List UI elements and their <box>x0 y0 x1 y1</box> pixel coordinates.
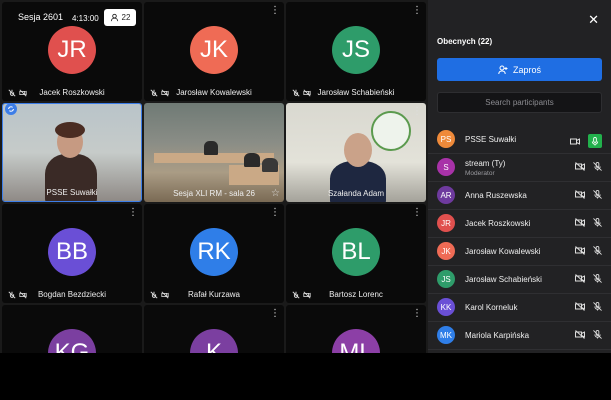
camera-off-icon[interactable] <box>575 246 585 255</box>
camera-off-icon[interactable] <box>575 162 585 171</box>
tile-name: Jacek Roszkowski <box>39 88 105 97</box>
avatar: K <box>190 329 238 353</box>
participant-name: Jarosław Kowalewski <box>465 247 541 256</box>
more-options-icon[interactable]: ⋮ <box>412 107 422 117</box>
tile-name: Sesja XLI RM - sala 26 <box>173 189 255 198</box>
tile-name: Bartosz Lorenc <box>329 290 383 299</box>
video-grid: JR Jacek Roszkowski JK Jarosław Kowalews… <box>0 0 428 353</box>
participant-video <box>286 103 426 202</box>
tile-name: Jarosław Kowalewski <box>176 88 252 97</box>
mic-off-icon[interactable] <box>593 302 602 311</box>
logo <box>371 111 411 151</box>
camera-off-icon[interactable] <box>575 218 585 227</box>
avatar: JS <box>437 270 455 288</box>
pin-icon[interactable]: ☆ <box>271 189 280 199</box>
avatar: BL <box>332 228 380 276</box>
participant-tile[interactable]: ML ⋮ <box>286 305 426 353</box>
list-item[interactable]: JS Jarosław Schabieński <box>428 266 611 294</box>
mic-off-icon[interactable] <box>593 218 602 227</box>
participant-count: 22 <box>121 13 131 22</box>
avatar: RK <box>190 228 238 276</box>
camera-off-icon[interactable] <box>575 302 585 311</box>
participant-name: stream (Ty) <box>465 159 506 168</box>
participant-name: PSSE Suwałki <box>465 135 517 144</box>
avatar: JR <box>437 214 455 232</box>
participant-tile[interactable]: KG <box>2 305 142 353</box>
participant-name: Jarosław Schabieński <box>465 275 542 284</box>
list-item[interactable]: S stream (Ty) Moderator <box>428 154 611 182</box>
video-tile[interactable]: PSSE Suwałki <box>2 103 142 202</box>
more-options-icon[interactable]: ⋮ <box>412 6 422 16</box>
more-options-icon[interactable]: ⋮ <box>128 208 138 218</box>
more-options-icon[interactable]: ⋮ <box>412 208 422 218</box>
camera-off-icon[interactable] <box>575 274 585 283</box>
camera-icon[interactable] <box>570 137 580 146</box>
mic-off-icon[interactable] <box>593 162 602 171</box>
participant-tile[interactable]: JK Jarosław Kowalewski ⋮ <box>144 2 284 101</box>
sync-icon[interactable] <box>5 103 17 115</box>
participant-tile[interactable]: BB Bogdan Bezdziecki ⋮ <box>2 204 142 303</box>
participant-name: Mariola Karpińska <box>465 331 530 340</box>
avatar: JK <box>190 26 238 74</box>
list-item[interactable]: AR Anna Ruszewska <box>428 182 611 210</box>
participant-name: Anna Ruszewska <box>465 191 527 200</box>
tile-name: Szałanda Adam <box>327 189 385 198</box>
participant-video <box>3 104 141 201</box>
invite-label: Zaproś <box>512 64 541 75</box>
tile-name: Bogdan Bezdziecki <box>37 290 107 299</box>
avatar: JK <box>437 242 455 260</box>
session-title: Sesja 2601 <box>18 12 64 22</box>
participant-video <box>144 103 284 202</box>
avatar: KG <box>48 329 96 353</box>
more-options-icon[interactable]: ⋮ <box>270 208 280 218</box>
list-item[interactable]: PS PSSE Suwałki <box>428 126 611 154</box>
avatar: JR <box>48 26 96 74</box>
list-item[interactable]: KK Karol Korneluk <box>428 294 611 322</box>
more-options-icon[interactable]: ⋮ <box>412 309 422 319</box>
more-options-icon[interactable]: ⋮ <box>270 309 280 319</box>
participant-name: Karol Korneluk <box>465 303 518 312</box>
tile-name: Jarosław Schabieński <box>317 88 395 97</box>
participant-list: PS PSSE Suwałki S stream (Ty) Moderator … <box>428 126 611 350</box>
list-item[interactable]: JR Jacek Roszkowski <box>428 210 611 238</box>
participant-tile[interactable]: JS Jarosław Schabieński ⋮ <box>286 2 426 101</box>
avatar: MK <box>437 326 455 344</box>
video-tile[interactable]: Sesja XLI RM - sala 26 ☆ <box>144 103 284 202</box>
participant-tile[interactable]: RK Rafał Kurzawa ⋮ <box>144 204 284 303</box>
avatar: AR <box>437 186 455 204</box>
mic-off-icon[interactable] <box>593 246 602 255</box>
close-icon[interactable]: ✕ <box>588 12 599 28</box>
panel-title: Obecnych (22) <box>437 37 493 46</box>
search-placeholder: Search participants <box>485 98 554 107</box>
camera-off-icon[interactable] <box>575 330 585 339</box>
participants-panel: ✕ Obecnych (22) Zaproś Search participan… <box>428 0 611 353</box>
session-clock: 4:13:00 <box>72 14 99 23</box>
mic-on-icon[interactable] <box>588 134 602 148</box>
avatar: PS <box>437 130 455 148</box>
people-icon <box>110 13 118 22</box>
list-item[interactable]: JK Jarosław Kowalewski <box>428 238 611 266</box>
avatar: ML <box>332 329 380 353</box>
participant-name: Jacek Roszkowski <box>465 219 531 228</box>
avatar: KK <box>437 298 455 316</box>
mic-off-icon[interactable] <box>593 190 602 199</box>
avatar: JS <box>332 26 380 74</box>
list-item[interactable]: MK Mariola Karpińska <box>428 322 611 350</box>
add-user-icon <box>498 65 508 74</box>
invite-button[interactable]: Zaproś <box>437 58 602 81</box>
participant-count-button[interactable]: 22 <box>104 9 136 26</box>
participant-role: Moderator <box>465 170 495 177</box>
participant-tile[interactable]: K ⋮ <box>144 305 284 353</box>
mic-off-icon[interactable] <box>593 274 602 283</box>
search-participants-input[interactable]: Search participants <box>437 92 602 113</box>
tile-name: PSSE Suwałki <box>46 188 98 197</box>
avatar: S <box>437 158 455 176</box>
tile-name: Rafał Kurzawa <box>187 290 241 299</box>
camera-off-icon[interactable] <box>575 190 585 199</box>
participant-tile[interactable]: BL Bartosz Lorenc ⋮ <box>286 204 426 303</box>
avatar: BB <box>48 228 96 276</box>
mic-off-icon[interactable] <box>593 330 602 339</box>
more-options-icon[interactable]: ⋮ <box>270 6 280 16</box>
video-tile[interactable]: Szałanda Adam ⋮ <box>286 103 426 202</box>
